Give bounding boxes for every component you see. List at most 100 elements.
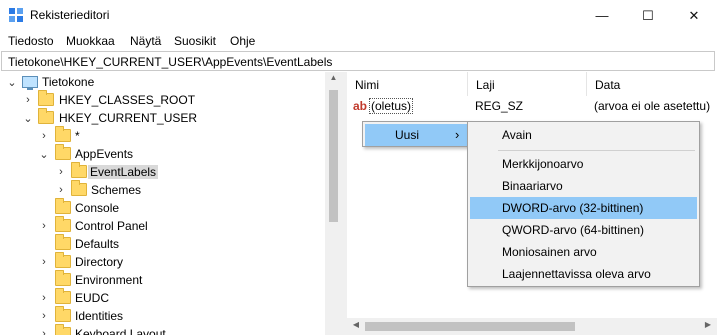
value-name: (oletus) <box>369 98 414 114</box>
tree-item-label: Tietokone <box>42 75 95 89</box>
tree-item-star[interactable]: › * <box>0 126 325 145</box>
chevron-down-icon[interactable]: ⌄ <box>38 145 50 163</box>
scrollbar-thumb[interactable] <box>329 90 338 222</box>
submenu-item-key[interactable]: Avain <box>470 124 697 146</box>
close-button[interactable]: ✕ <box>671 0 717 31</box>
registry-editor-icon <box>9 8 23 22</box>
column-header-data[interactable]: Data <box>587 72 717 96</box>
column-header-name[interactable]: Nimi <box>347 72 468 96</box>
tree-item-appevents[interactable]: ⌄ AppEvents <box>0 144 325 163</box>
tree-item-schemes[interactable]: › Schemes <box>0 180 325 199</box>
tree-item-identities[interactable]: › Identities <box>0 306 325 325</box>
tree-item-environment[interactable]: Environment <box>0 270 325 289</box>
submenu-item-multistring[interactable]: Moniosainen arvo <box>470 241 697 263</box>
menu-item-new[interactable]: Uusi › <box>365 124 467 146</box>
tree-item-directory[interactable]: › Directory <box>0 252 325 271</box>
folder-icon <box>55 234 71 250</box>
chevron-right-icon[interactable]: › <box>55 181 67 199</box>
chevron-down-icon[interactable]: ⌄ <box>22 109 34 127</box>
tree-item-label: Identities <box>75 309 124 323</box>
value-type: REG_SZ <box>475 99 524 113</box>
chevron-right-icon[interactable]: › <box>38 217 50 235</box>
address-bar[interactable]: Tietokone\HKEY_CURRENT_USER\AppEvents\Ev… <box>1 51 715 71</box>
chevron-right-icon[interactable]: › <box>38 289 50 307</box>
tree-item-eventlabels[interactable]: › EventLabels <box>0 162 325 181</box>
tree-item-hkcr[interactable]: › HKEY_CLASSES_ROOT <box>0 90 325 109</box>
scrollbar-thumb[interactable] <box>365 322 575 331</box>
submenu-item-dword[interactable]: DWORD-arvo (32-bittinen) <box>470 197 697 219</box>
tree-item-label: Control Panel <box>75 219 148 233</box>
menu-item-label: Uusi <box>395 128 420 142</box>
chevron-right-icon[interactable]: › <box>55 163 67 181</box>
menu-item-label: DWORD-arvo (32-bittinen) <box>502 201 644 215</box>
submenu-item-string[interactable]: Merkkijonoarvo <box>470 153 697 175</box>
tree-item-hkcu[interactable]: ⌄ HKEY_CURRENT_USER <box>0 108 325 127</box>
tree-item-label: Defaults <box>75 237 120 251</box>
new-submenu: Avain Merkkijonoarvo Binaariarvo DWORD-a… <box>467 121 700 287</box>
column-header-type[interactable]: Laji <box>468 72 587 96</box>
tree-item-label: Schemes <box>91 183 142 197</box>
scroll-left-arrow-icon[interactable]: ◀ <box>349 320 363 333</box>
tree-item-label: EventLabels <box>88 165 159 179</box>
key-tree: ⌄ Tietokone › HKEY_CLASSES_ROOT ⌄ HKEY_C… <box>0 72 342 335</box>
folder-icon <box>55 216 71 232</box>
menu-item-label: Merkkijonoarvo <box>502 157 584 171</box>
title-bar: Rekisterieditori — ☐ ✕ <box>0 0 717 31</box>
folder-icon <box>55 270 71 286</box>
tree-item-label: Console <box>75 201 120 215</box>
chevron-right-icon[interactable]: › <box>22 91 34 109</box>
folder-icon <box>55 144 71 160</box>
folder-icon <box>55 288 71 304</box>
folder-icon <box>55 306 71 322</box>
tree-item-keyboard-layout[interactable]: › Keyboard Layout <box>0 324 325 335</box>
tree-item-label: * <box>75 129 80 143</box>
context-menu: Uusi › <box>362 121 470 147</box>
folder-icon <box>38 90 54 106</box>
menu-bar: Tiedosto Muokkaa Näytä Suosikit Ohje <box>0 31 717 51</box>
computer-icon <box>22 76 38 90</box>
folder-icon <box>38 108 54 124</box>
submenu-item-qword[interactable]: QWORD-arvo (64-bittinen) <box>470 219 697 241</box>
tree-item-label: HKEY_CLASSES_ROOT <box>59 93 196 107</box>
tree-item-label: Directory <box>75 255 124 269</box>
menu-item-label: Laajennettavissa oleva arvo <box>502 267 651 281</box>
chevron-right-icon[interactable]: › <box>38 127 50 145</box>
menu-item-label: QWORD-arvo (64-bittinen) <box>502 223 645 237</box>
list-horizontal-scrollbar[interactable]: ◀ ▶ <box>347 318 717 335</box>
tree-item-computer[interactable]: ⌄ Tietokone <box>0 73 325 91</box>
chevron-down-icon[interactable]: ⌄ <box>6 73 18 91</box>
folder-icon <box>71 162 87 178</box>
menu-item-label: Moniosainen arvo <box>502 245 597 259</box>
folder-icon <box>55 252 71 268</box>
tree-item-defaults[interactable]: Defaults <box>0 234 325 253</box>
minimize-button[interactable]: — <box>579 0 625 31</box>
chevron-right-icon[interactable]: › <box>38 307 50 325</box>
scroll-right-arrow-icon[interactable]: ▶ <box>701 320 715 333</box>
scroll-up-arrow-icon[interactable]: ▲ <box>325 73 342 87</box>
menu-file[interactable]: Tiedosto <box>8 34 54 48</box>
menu-favorites[interactable]: Suosikit <box>174 34 216 48</box>
menu-help[interactable]: Ohje <box>230 34 255 48</box>
folder-icon <box>71 180 87 196</box>
tree-item-console[interactable]: Console <box>0 198 325 217</box>
chevron-right-icon[interactable]: › <box>38 253 50 271</box>
tree-item-control-panel[interactable]: › Control Panel <box>0 216 325 235</box>
menu-view[interactable]: Näytä <box>130 34 161 48</box>
tree-vertical-scrollbar[interactable]: ▲ <box>325 72 342 335</box>
submenu-item-expandable-string[interactable]: Laajennettavissa oleva arvo <box>470 263 697 285</box>
folder-icon <box>55 324 71 335</box>
maximize-button[interactable]: ☐ <box>625 0 671 31</box>
folder-icon <box>55 198 71 214</box>
tree-item-label: AppEvents <box>75 147 134 161</box>
menu-item-label: Avain <box>502 128 532 142</box>
menu-edit[interactable]: Muokkaa <box>66 34 115 48</box>
menu-item-label: Binaariarvo <box>502 179 563 193</box>
tree-item-label: Keyboard Layout <box>75 327 166 335</box>
chevron-right-icon[interactable]: › <box>38 325 50 335</box>
value-data: (arvoa ei ole asetettu) <box>594 99 711 113</box>
submenu-item-binary[interactable]: Binaariarvo <box>470 175 697 197</box>
tree-item-eudc[interactable]: › EUDC <box>0 288 325 307</box>
list-item[interactable]: ab (oletus) REG_SZ (arvoa ei ole asetett… <box>347 97 715 115</box>
string-value-icon: ab <box>353 99 368 113</box>
menu-separator <box>498 150 695 151</box>
